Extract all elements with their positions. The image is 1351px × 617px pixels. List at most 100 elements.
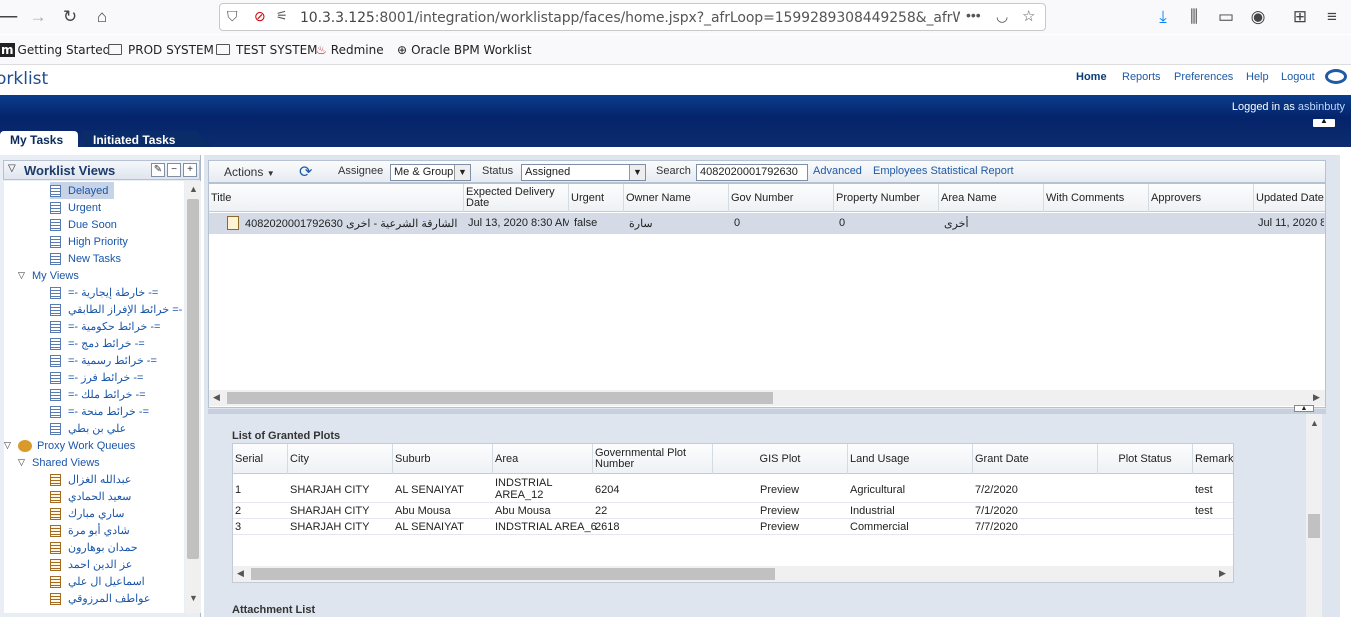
advanced-search-link[interactable]: Advanced — [813, 165, 862, 177]
task-table-scroll-thumb[interactable] — [227, 392, 773, 404]
scroll-up-icon[interactable]: ▲ — [189, 184, 198, 194]
task-row[interactable]: 4082020001792630 الشارقة الشرعية - اخرى … — [209, 213, 1325, 234]
bookmark-test-system[interactable]: TEST SYSTEM — [216, 43, 318, 57]
scroll-right-icon[interactable]: ▶ — [1313, 392, 1320, 403]
my-view-item[interactable]: =- خارطة إيجارية -= — [50, 284, 158, 301]
collapse-header-button[interactable]: ▲ — [1313, 116, 1335, 127]
sidebar-icon[interactable]: ▭ — [1214, 5, 1238, 29]
expand-icon[interactable]: ▽ — [18, 457, 28, 468]
col-gis-plot[interactable]: GIS Plot — [713, 444, 848, 474]
my-view-item[interactable]: =- خرائط حكومية -= — [50, 318, 160, 335]
col-plot-status[interactable]: Plot Status — [1098, 444, 1193, 474]
shared-view-item[interactable]: عواطف المرزوقي — [50, 590, 150, 607]
nav-help[interactable]: Help — [1246, 71, 1269, 83]
col-serial[interactable]: Serial — [233, 444, 288, 474]
col-gov-plot-number[interactable]: Governmental Plot Number — [593, 444, 713, 474]
views-scroll-thumb[interactable] — [187, 199, 199, 559]
view-item-due-soon[interactable]: Due Soon — [50, 216, 117, 233]
extensions-icon[interactable]: ⊞ — [1288, 5, 1312, 29]
col-owner-name[interactable]: Owner Name — [624, 184, 729, 212]
scroll-down-icon[interactable]: ▼ — [189, 593, 198, 603]
plot-gis-preview-link[interactable]: Preview — [760, 484, 799, 496]
permissions-icon[interactable]: ⚟ — [276, 8, 288, 24]
col-expected-delivery[interactable]: Expected Delivery Date — [464, 184, 569, 212]
bookmark-redmine[interactable]: ♨ Redmine — [316, 43, 384, 57]
nav-reports[interactable]: Reports — [1122, 71, 1161, 83]
expand-icon[interactable]: ▽ — [4, 440, 14, 451]
forward-icon[interactable]: → — [26, 5, 50, 29]
add-view-icon[interactable]: + — [183, 163, 197, 177]
col-updated-date[interactable]: Updated Date — [1254, 184, 1325, 212]
bookmark-star-icon[interactable]: ☆ — [1022, 7, 1035, 25]
view-item-new-tasks[interactable]: New Tasks — [50, 250, 121, 267]
my-view-item[interactable]: =- خرائط ملك -= — [50, 386, 146, 403]
plots-scroll-thumb[interactable] — [251, 568, 775, 580]
insecure-lock-icon[interactable]: ⊘ — [254, 8, 266, 25]
scroll-up-icon[interactable]: ▲ — [1310, 418, 1319, 428]
url-text[interactable]: 10.3.3.125:8001/integration/worklistapp/… — [300, 10, 960, 26]
col-suburb[interactable]: Suburb — [393, 444, 493, 474]
more-icon[interactable]: ••• — [966, 7, 981, 23]
my-view-item[interactable]: خرائط الإفراز الطابقي =- — [50, 301, 182, 318]
bookmark-prod-system[interactable]: PROD SYSTEM — [108, 43, 214, 57]
account-icon[interactable]: ◉ — [1246, 5, 1270, 29]
col-property-number[interactable]: Property Number — [834, 184, 939, 212]
shared-view-item[interactable]: عز الدين احمد — [50, 556, 132, 573]
col-title[interactable]: Title — [209, 184, 464, 212]
col-grant-date[interactable]: Grant Date — [973, 444, 1098, 474]
assignee-select[interactable]: Me & Group ▼ — [390, 164, 471, 181]
logged-in-user[interactable]: asbinbuty — [1298, 101, 1345, 113]
my-view-item[interactable]: =- خرائط رسمية -= — [50, 352, 157, 369]
shared-view-item[interactable]: حمدان بوهارون — [50, 539, 138, 556]
scroll-left-icon[interactable]: ◀ — [213, 392, 220, 403]
col-with-comments[interactable]: With Comments — [1044, 184, 1149, 212]
shared-view-item[interactable]: ساري مبارك — [50, 505, 125, 522]
remove-view-icon[interactable]: − — [167, 163, 181, 177]
reload-icon[interactable]: ↻ — [58, 5, 82, 29]
col-remarks[interactable]: Remarks — [1193, 444, 1233, 474]
my-views-node[interactable]: ▽ My Views — [18, 267, 79, 284]
scroll-left-icon[interactable]: ◀ — [237, 568, 244, 579]
bookmark-getting-started[interactable]: m Getting Started — [0, 43, 110, 57]
view-item-delayed[interactable]: Delayed — [50, 182, 115, 199]
col-land-usage[interactable]: Land Usage — [848, 444, 973, 474]
col-approvers[interactable]: Approvers — [1149, 184, 1254, 212]
home-icon[interactable]: ⌂ — [90, 5, 114, 29]
proxy-work-queues-node[interactable]: ▽ Proxy Work Queues — [4, 437, 135, 454]
expand-icon[interactable]: ▽ — [18, 270, 28, 281]
plot-gis-preview-link[interactable]: Preview — [760, 521, 799, 533]
menu-icon[interactable]: ≡ — [1320, 5, 1344, 29]
refresh-icon[interactable]: ⟳ — [299, 162, 312, 182]
col-urgent[interactable]: Urgent — [569, 184, 624, 212]
actions-menu[interactable]: Actions ▼ — [224, 165, 275, 179]
view-item-high-priority[interactable]: High Priority — [50, 233, 128, 250]
tab-my-tasks[interactable]: My Tasks — [0, 131, 78, 147]
search-input[interactable]: 4082020001792630 — [696, 164, 808, 181]
dropdown-arrow-icon[interactable]: ▼ — [454, 165, 470, 180]
col-gov-number[interactable]: Gov Number — [729, 184, 834, 212]
shared-views-node[interactable]: ▽ Shared Views — [18, 454, 100, 471]
plot-row[interactable]: 2 SHARJAH CITY Abu Mousa Abu Mousa 22 Pr… — [233, 503, 1233, 519]
my-view-item[interactable]: =- خرائط منحة -= — [50, 403, 149, 420]
my-view-item[interactable]: علي بن بطي — [50, 420, 126, 437]
download-icon[interactable]: ⤓ — [1151, 5, 1175, 29]
col-area-name[interactable]: Area Name — [939, 184, 1044, 212]
nav-preferences[interactable]: Preferences — [1174, 71, 1233, 83]
plots-table-hscroll[interactable]: ◀ ▶ — [233, 566, 1233, 582]
plot-row[interactable]: 3 SHARJAH CITY AL SENAIYAT INDSTRIAL ARE… — [233, 519, 1233, 535]
view-item-urgent[interactable]: Urgent — [50, 199, 101, 216]
collapse-detail-icon[interactable]: ▲ — [1294, 405, 1314, 412]
pocket-icon[interactable]: ◡ — [996, 8, 1008, 25]
back-icon[interactable]: ⟵ — [0, 5, 18, 29]
collapse-icon[interactable]: ▽ — [8, 163, 16, 174]
plot-gis-preview-link[interactable]: Preview — [760, 505, 799, 517]
col-area[interactable]: Area — [493, 444, 593, 474]
plot-row[interactable]: 1 SHARJAH CITY AL SENAIYAT INDSTRIAL ARE… — [233, 475, 1233, 503]
edit-view-icon[interactable]: ✎ — [151, 163, 165, 177]
nav-logout[interactable]: Logout — [1281, 71, 1315, 83]
status-select[interactable]: Assigned ▼ — [521, 164, 646, 181]
task-title[interactable]: 4082020001792630 الشارقة الشرعية - اخرى — [245, 217, 467, 230]
my-view-item[interactable]: =- خرائط دمج -= — [50, 335, 145, 352]
library-icon[interactable]: ⫼ — [1182, 5, 1206, 29]
col-city[interactable]: City — [288, 444, 393, 474]
